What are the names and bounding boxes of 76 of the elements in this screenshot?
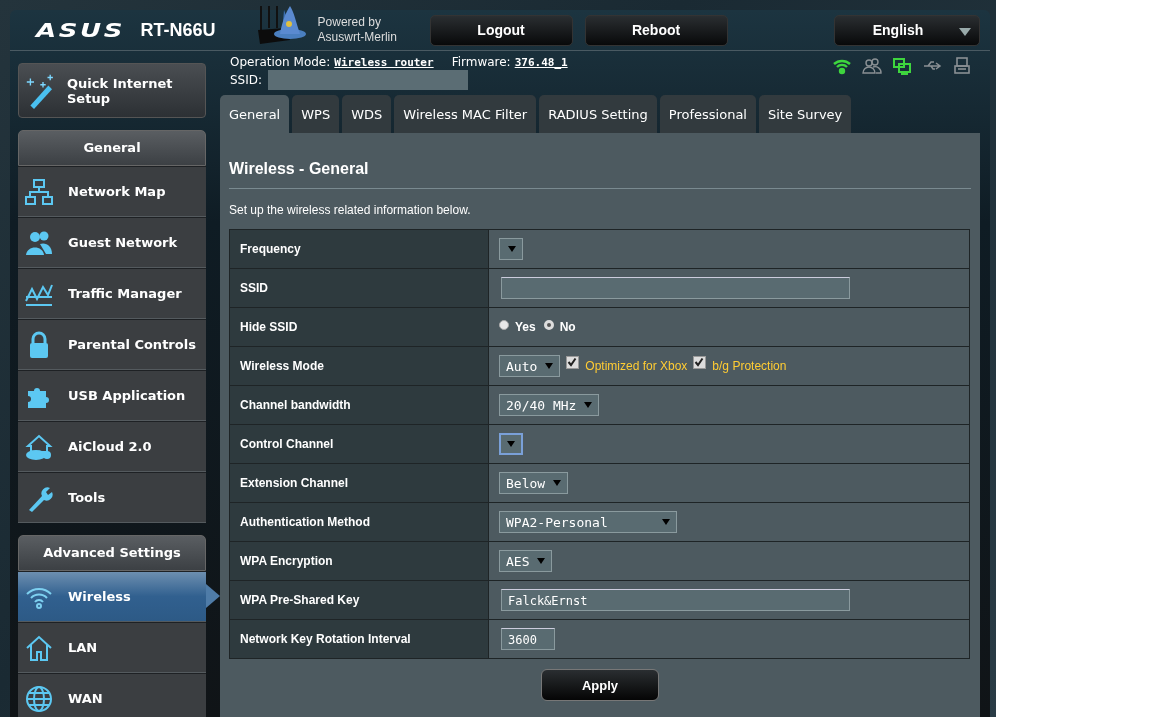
checkbox[interactable] xyxy=(566,355,580,369)
input-field[interactable]: Falck&Ernst xyxy=(501,589,850,611)
dropdown[interactable] xyxy=(499,433,523,455)
people-icon[interactable] xyxy=(862,56,882,76)
printer-icon[interactable] xyxy=(952,56,972,76)
ssid-label: SSID: xyxy=(230,73,263,87)
header-button[interactable]: Reboot xyxy=(584,14,728,46)
tab[interactable]: Professional xyxy=(659,95,756,133)
operation-mode-link[interactable]: Wireless router xyxy=(334,55,434,69)
sidebar-item[interactable]: AiCloud 2.0 xyxy=(18,421,206,472)
radio-label: Yes xyxy=(515,320,536,334)
sidebar-item[interactable]: WAN xyxy=(18,673,206,717)
dropdown[interactable]: 20/40 MHz xyxy=(499,394,600,416)
powered-by-label: Powered by xyxy=(317,15,382,30)
globe-icon xyxy=(24,683,54,714)
page-title: Wireless - General xyxy=(229,134,971,189)
checkbox-label: b/g Protection xyxy=(712,359,787,373)
setting-label: Hide SSID xyxy=(229,307,489,347)
firmware-link[interactable]: 376.48_1 xyxy=(514,55,568,69)
menu-section-title: Advanced Settings xyxy=(18,535,206,571)
sidebar-item[interactable]: USB Application xyxy=(18,370,206,421)
caret-icon xyxy=(508,246,516,252)
dropdown[interactable]: Below xyxy=(499,472,569,494)
firmware-name: Asuswrt-Merlin xyxy=(317,30,398,45)
apply-button[interactable]: Apply xyxy=(541,669,659,701)
setting-label: WPA Encryption xyxy=(229,541,489,581)
sidebar-item[interactable]: Parental Controls xyxy=(18,319,206,370)
quick-setup-button[interactable]: Quick Internet Setup xyxy=(18,63,206,118)
sidebar-item[interactable]: Guest Network xyxy=(18,217,206,268)
setting-label: Control Channel xyxy=(229,424,489,464)
tab[interactable]: General xyxy=(220,95,290,133)
caret-icon xyxy=(553,480,562,486)
caret-icon xyxy=(545,363,554,369)
checkbox-label: Optimized for Xbox xyxy=(585,359,688,373)
caret-icon xyxy=(662,519,670,525)
dropdown[interactable]: AES xyxy=(499,550,553,572)
page-description: Set up the wireless related information below. xyxy=(229,202,472,219)
dropdown[interactable]: Auto xyxy=(499,355,561,377)
brand-logo: ASUS xyxy=(36,18,126,42)
sidebar-item[interactable]: Tools xyxy=(18,472,206,523)
input-field[interactable] xyxy=(501,277,850,299)
dropdown[interactable]: WPA2-Personal xyxy=(499,511,677,533)
sidebar-item[interactable]: LAN xyxy=(18,622,206,673)
setting-label: Extension Channel xyxy=(229,463,489,503)
setting-label: Frequency xyxy=(229,229,489,269)
caret-icon xyxy=(537,558,546,564)
input-field[interactable]: 3600 xyxy=(501,628,555,650)
radio-label: No xyxy=(559,320,576,334)
tab[interactable]: RADIUS Setting xyxy=(539,95,657,133)
checkbox[interactable] xyxy=(693,355,707,369)
setting-label: SSID xyxy=(229,268,489,308)
pointer-icon xyxy=(206,584,220,608)
tab[interactable]: WDS xyxy=(342,95,392,133)
tab[interactable]: Site Survey xyxy=(758,95,852,133)
monitors-icon[interactable] xyxy=(892,56,912,76)
setting-label: WPA Pre-Shared Key xyxy=(229,580,489,620)
setting-label: Channel bandwidth xyxy=(229,385,489,425)
menu-section-title: General xyxy=(18,130,206,166)
language-dropdown[interactable]: English xyxy=(834,14,980,46)
setting-label: Authentication Method xyxy=(229,502,489,542)
caret-icon xyxy=(584,402,593,408)
firmware-label: Firmware: xyxy=(451,55,511,69)
tab[interactable]: Wireless MAC Filter xyxy=(394,95,537,133)
caret-icon xyxy=(959,27,971,36)
radio-button[interactable] xyxy=(499,320,509,330)
caret-icon xyxy=(507,441,515,447)
setting-label: Wireless Mode xyxy=(229,346,489,386)
model-name: RT-N66U xyxy=(140,19,216,41)
setting-label: Network Key Rotation Interval xyxy=(229,619,489,659)
operation-mode-label: Operation Mode: xyxy=(230,55,331,69)
tab[interactable]: WPS xyxy=(292,95,340,133)
sidebar-item[interactable]: Network Map xyxy=(18,166,206,217)
dropdown[interactable] xyxy=(499,238,523,260)
sidebar-item[interactable]: Traffic Manager xyxy=(18,268,206,319)
header-button[interactable]: Logout xyxy=(429,14,573,46)
network-icon xyxy=(24,176,54,207)
